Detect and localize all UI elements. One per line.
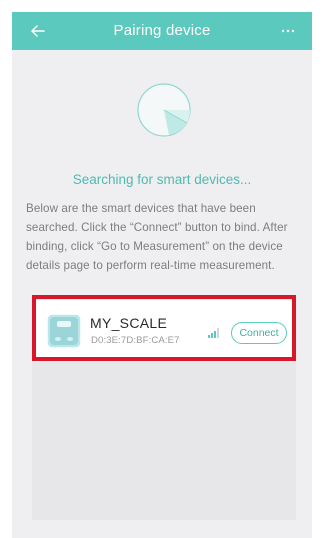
radar-scan-icon	[137, 83, 191, 137]
search-description: Below are the smart devices that have be…	[26, 202, 288, 272]
page-title: Pairing device	[113, 22, 211, 39]
top-bar: Pairing device	[12, 12, 312, 50]
searching-status: Searching for smart devices...	[72, 172, 252, 187]
device-highlight-box	[32, 295, 296, 361]
more-dots-icon[interactable]	[276, 19, 300, 43]
